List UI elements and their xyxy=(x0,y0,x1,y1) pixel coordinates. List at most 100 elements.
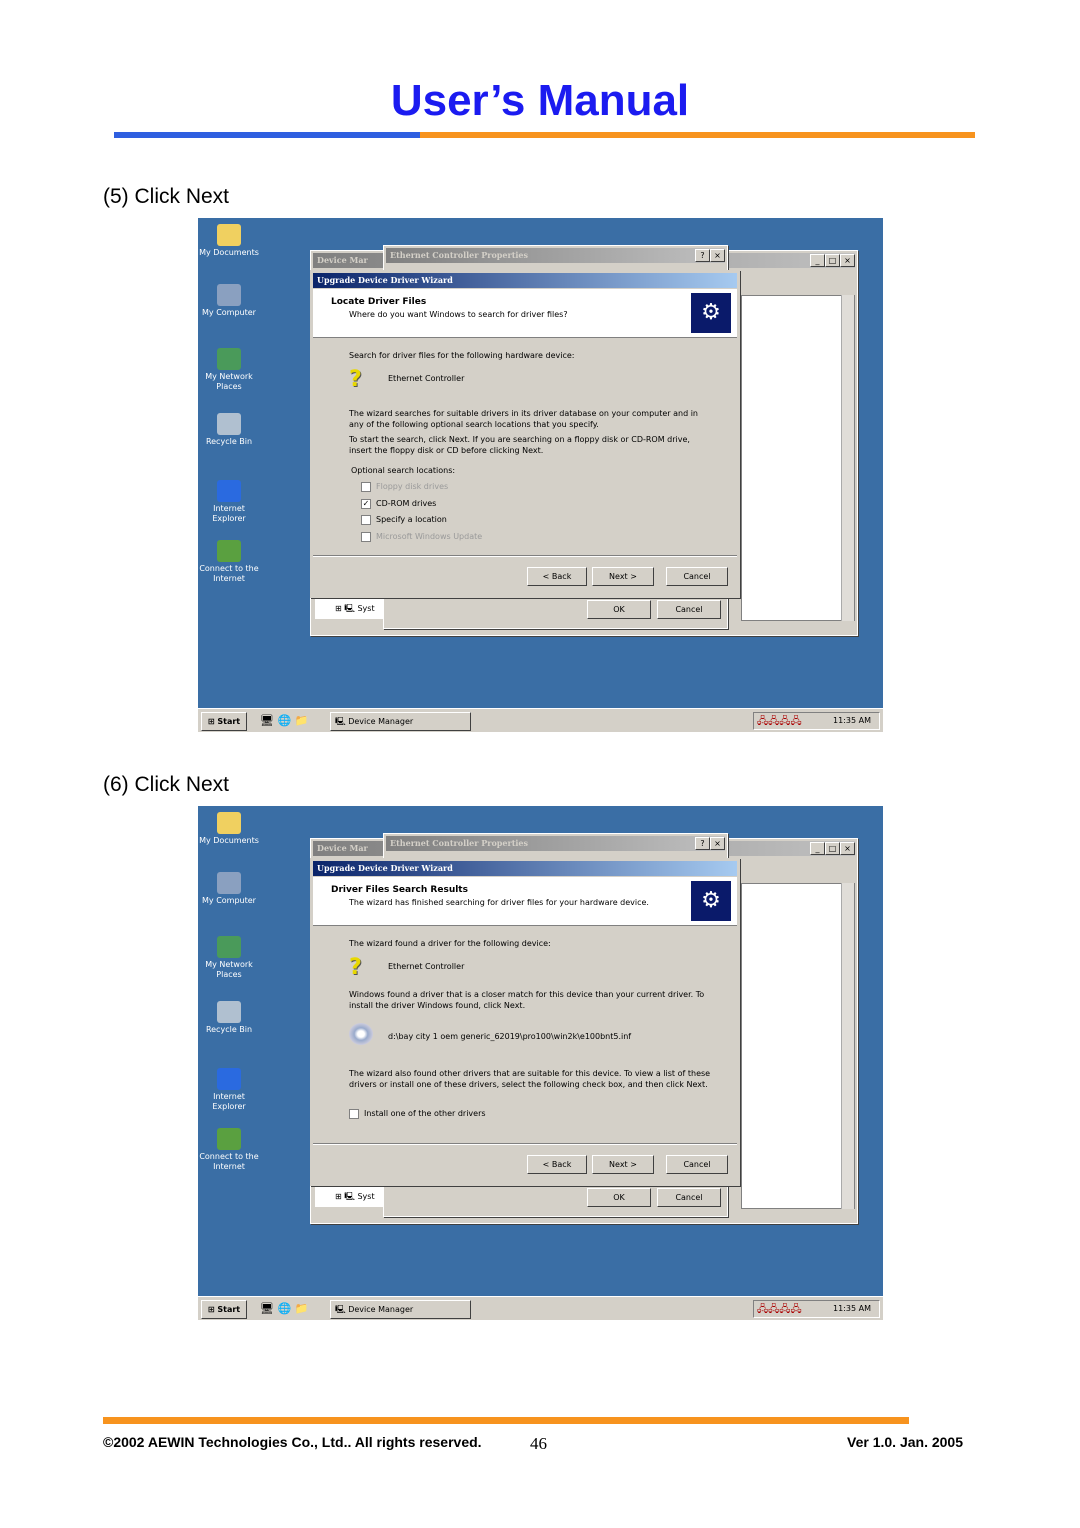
wizard-window: Upgrade Device Driver Wizard Locate Driv… xyxy=(310,270,740,598)
next-button[interactable]: Next > xyxy=(592,567,654,586)
option-label: CD-ROM drives xyxy=(376,498,437,508)
maximize-button[interactable]: □ xyxy=(825,254,840,267)
option-label: Specify a location xyxy=(376,515,447,524)
desktop-icon-label: My Computer xyxy=(202,308,256,317)
minimize-button[interactable]: _ xyxy=(810,842,825,855)
version: Ver 1.0. Jan. 2005 xyxy=(847,1434,963,1450)
option-checkbox[interactable] xyxy=(361,515,371,525)
desktop-icon[interactable]: Internet Explorer xyxy=(198,480,260,524)
intro-text: Search for driver files for the followin… xyxy=(349,351,575,360)
my-documents-icon xyxy=(217,812,241,834)
option-label: Floppy disk drives xyxy=(376,482,449,491)
maximize-button[interactable]: □ xyxy=(825,842,840,855)
desktop-icon[interactable]: Recycle Bin xyxy=(198,1001,260,1035)
step-caption: (5) Click Next xyxy=(103,185,230,208)
taskbar-device-manager[interactable]: 🖳 Device Manager xyxy=(330,1300,471,1319)
back-button[interactable]: < Back xyxy=(527,567,587,586)
close-button[interactable]: × xyxy=(840,254,855,267)
title-bar: Ethernet Controller Properties xyxy=(386,836,725,851)
title-bar: Upgrade Device Driver Wizard xyxy=(313,861,737,876)
desktop-icon-label: Connect to the Internet xyxy=(199,1152,259,1171)
cancel-button[interactable]: Cancel xyxy=(657,600,721,619)
ok-button[interactable]: OK xyxy=(587,1188,651,1207)
driver-path: d:\bay city 1 oem generic_62019\pro100\w… xyxy=(388,1032,632,1041)
close-button[interactable]: × xyxy=(710,837,725,850)
desktop-icon-label: My Network Places xyxy=(205,960,253,979)
wizard-header: Driver Files Search Results The wizard h… xyxy=(313,877,737,926)
network-tray-icons[interactable]: 🖧🖧🖧🖧 xyxy=(757,1302,802,1319)
desktop-icon[interactable]: My Network Places xyxy=(198,936,260,980)
taskbar-device-manager[interactable]: 🖳 Device Manager xyxy=(330,712,471,731)
wizard-header: Locate Driver Files Where do you want Wi… xyxy=(313,289,737,338)
option-checkbox[interactable] xyxy=(361,531,371,542)
desktop-icon[interactable]: My Computer xyxy=(198,872,260,906)
network-places-icon xyxy=(217,936,241,958)
options-label: Optional search locations: xyxy=(351,466,456,475)
device-name: Ethernet Controller xyxy=(388,374,465,383)
start-button[interactable]: ⊞ Start xyxy=(201,1300,247,1319)
wizard-heading: Driver Files Search Results xyxy=(331,885,468,895)
footer-rule xyxy=(103,1417,909,1424)
back-button[interactable]: < Back xyxy=(527,1155,587,1174)
internet-explorer-icon xyxy=(217,480,241,502)
divider xyxy=(313,1143,737,1145)
cancel-button[interactable]: Cancel xyxy=(657,1188,721,1207)
desktop-icon[interactable]: My Documents xyxy=(198,224,260,258)
intro-text: The wizard found a driver for the follow… xyxy=(349,939,551,948)
header-rule-orange xyxy=(420,132,975,138)
header-rule-blue xyxy=(114,132,420,138)
minimize-button[interactable]: _ xyxy=(810,254,825,267)
quick-launch-icons[interactable]: 🖥 🌐 📁 xyxy=(260,1302,308,1315)
option-checkbox[interactable]: ✓ xyxy=(361,498,371,509)
clock: 11:35 AM xyxy=(833,716,871,725)
tree-view xyxy=(741,295,855,621)
scrollbar[interactable] xyxy=(841,883,854,1209)
help-button[interactable]: ? xyxy=(695,837,710,850)
desktop-icon[interactable]: Connect to the Internet xyxy=(198,540,260,584)
copyright: ©2002 AEWIN Technologies Co., Ltd.. All … xyxy=(103,1434,482,1450)
taskbar: ⊞ Start 🖥 🌐 📁 🖳 Device Manager 🖧🖧🖧🖧 11:3… xyxy=(198,1296,883,1320)
description: Windows found a driver that is a closer … xyxy=(349,990,705,1010)
cd-drive-icon xyxy=(349,1023,373,1045)
system-tray: 🖧🖧🖧🖧 11:35 AM xyxy=(753,712,880,730)
desktop-icon[interactable]: Recycle Bin xyxy=(198,413,260,447)
hardware-wizard-icon: ⚙ xyxy=(691,293,731,333)
network-places-icon xyxy=(217,348,241,370)
start-button[interactable]: ⊞ Start xyxy=(201,712,247,731)
cancel-button[interactable]: Cancel xyxy=(666,1155,728,1174)
desktop-icon[interactable]: My Computer xyxy=(198,284,260,318)
quick-launch-icons[interactable]: 🖥 🌐 📁 xyxy=(260,714,308,727)
wizard-subheading: The wizard has finished searching for dr… xyxy=(349,898,649,907)
scrollbar[interactable] xyxy=(841,295,854,621)
desktop-icon[interactable]: Internet Explorer xyxy=(198,1068,260,1112)
option-checkbox[interactable] xyxy=(361,482,371,492)
desktop-icon-label: Recycle Bin xyxy=(205,1025,253,1034)
screenshot: My Documents My Computer My Network Places… xyxy=(198,218,883,732)
screenshot: My Documents My Computer My Network Places… xyxy=(198,806,883,1320)
internet-explorer-icon xyxy=(217,1068,241,1090)
other-drivers-checkbox[interactable] xyxy=(349,1109,359,1119)
next-button[interactable]: Next > xyxy=(592,1155,654,1174)
wizard-window: Upgrade Device Driver Wizard Driver File… xyxy=(310,858,740,1186)
tree-row[interactable]: ⊞ 🖳 Syst xyxy=(315,1187,385,1207)
description: The wizard also found other drivers that… xyxy=(349,1069,711,1089)
step-caption: (6) Click Next xyxy=(103,773,230,796)
wizard-subheading: Where do you want Windows to search for … xyxy=(349,310,568,319)
network-tray-icons[interactable]: 🖧🖧🖧🖧 xyxy=(757,714,802,731)
desktop-icon[interactable]: My Documents xyxy=(198,812,260,846)
page-title: User’s Manual xyxy=(390,76,690,125)
close-button[interactable]: × xyxy=(840,842,855,855)
help-button[interactable]: ? xyxy=(695,249,710,262)
tree-view xyxy=(741,883,855,1209)
desktop-icon-label: My Documents xyxy=(199,248,259,257)
desktop-icon[interactable]: Connect to the Internet xyxy=(198,1128,260,1172)
manual-page: User’s Manual (5) Click Next My Document… xyxy=(0,0,1080,1528)
desktop-icon-label: My Network Places xyxy=(205,372,253,391)
desktop-icon[interactable]: My Network Places xyxy=(198,348,260,392)
close-button[interactable]: × xyxy=(710,249,725,262)
desktop-icon-label: My Computer xyxy=(202,896,256,905)
ok-button[interactable]: OK xyxy=(587,600,651,619)
tree-row[interactable]: ⊞ 🖳 Syst xyxy=(315,599,385,619)
desktop-icon-label: My Documents xyxy=(199,836,259,845)
cancel-button[interactable]: Cancel xyxy=(666,567,728,586)
